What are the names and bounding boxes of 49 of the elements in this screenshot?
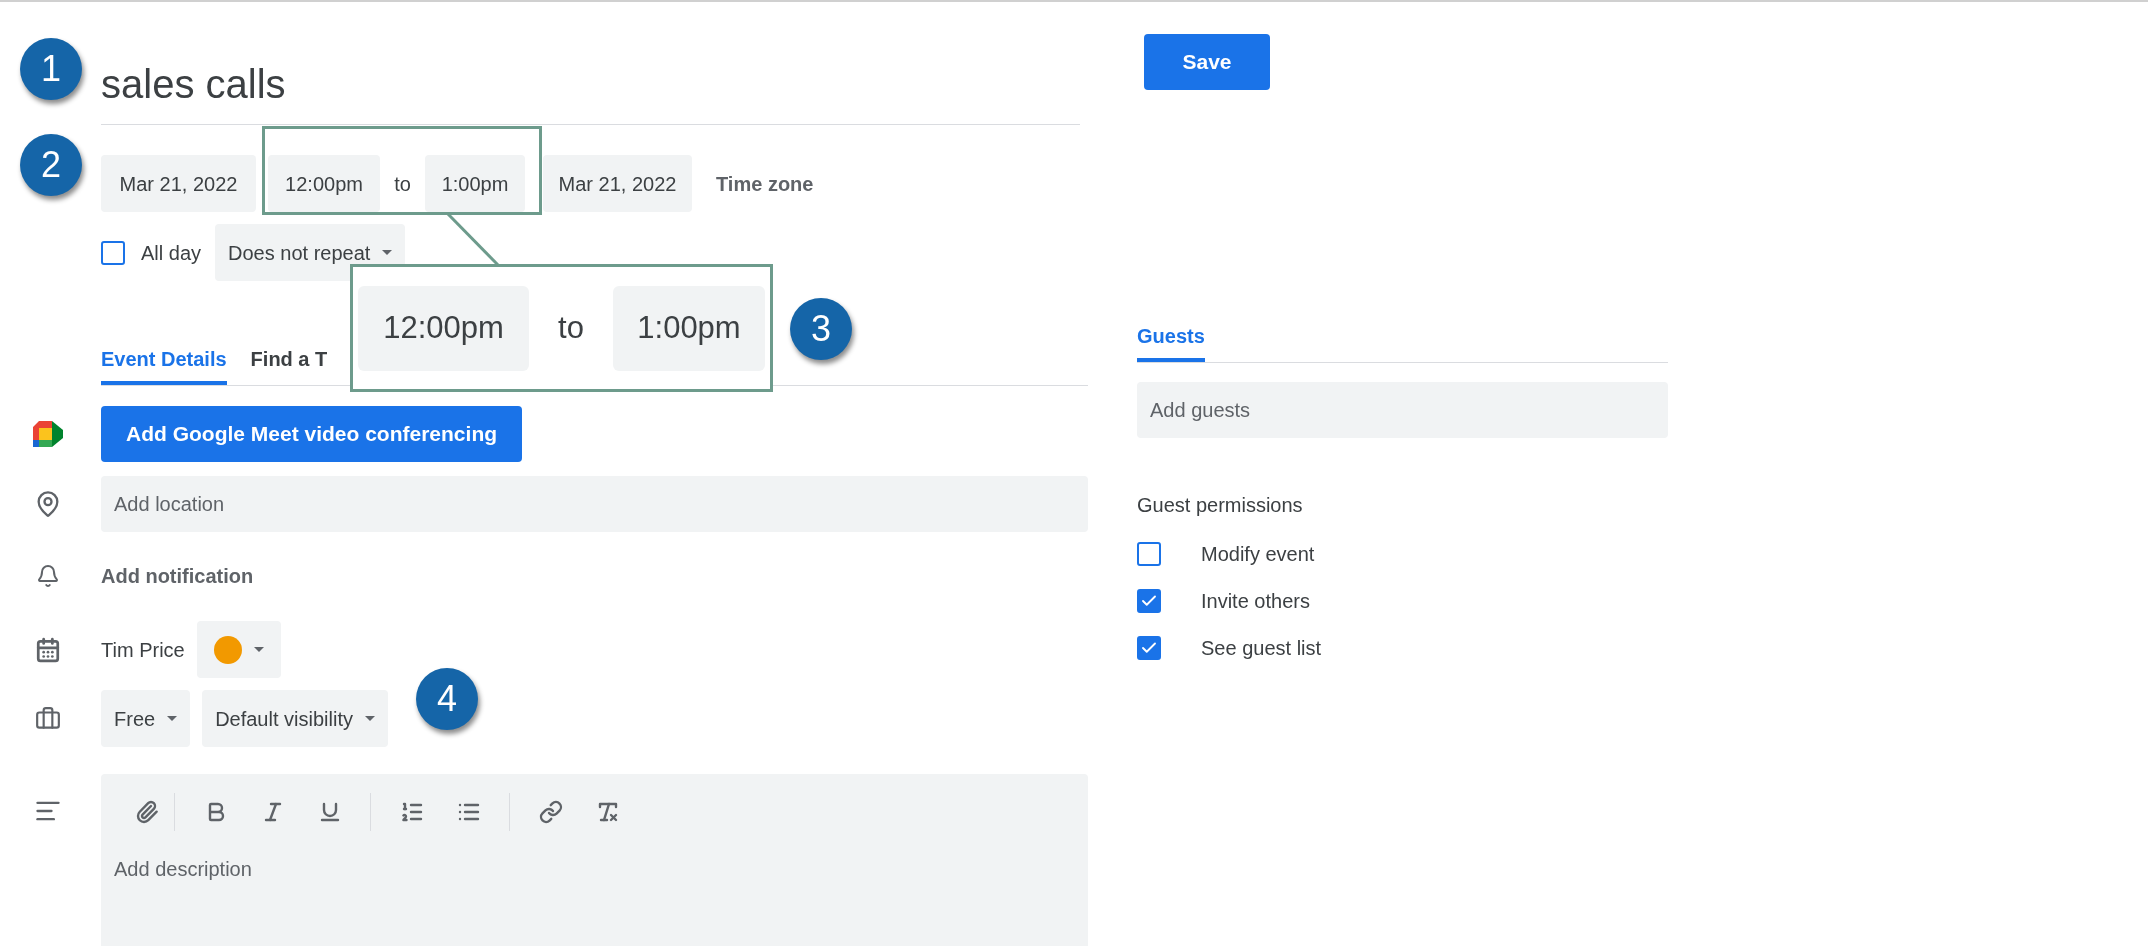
time-zone-button[interactable]: Time zone	[704, 155, 826, 212]
color-dropdown[interactable]	[196, 621, 281, 678]
caret-icon	[364, 716, 375, 721]
event-title[interactable]: sales calls	[101, 54, 286, 114]
checkbox[interactable]	[1137, 635, 1161, 660]
description-placeholder: Add description	[114, 857, 253, 882]
step-number-badge: 1	[20, 38, 82, 100]
end-date-field[interactable]: Mar 21, 2022	[543, 155, 692, 212]
checkbox[interactable]	[1137, 588, 1161, 613]
description-editor[interactable]: Add description	[101, 774, 1088, 946]
google-meet-button[interactable]: Add Google Meet video conferencing	[101, 406, 523, 462]
checkbox[interactable]	[101, 240, 125, 265]
tab[interactable]: Find a T	[250, 337, 328, 385]
link-icon[interactable]	[538, 800, 563, 824]
video-camera-icon	[32, 421, 63, 447]
add-guests-field[interactable]: Add guests	[1137, 382, 1668, 438]
caret-icon	[253, 647, 264, 652]
step-number-badge: 3	[790, 298, 852, 360]
callout-separator: to	[558, 308, 584, 347]
guest-permissions-heading: Guest permissions	[1137, 493, 1304, 518]
callout-end-time: 1:00pm	[613, 285, 765, 371]
permission-label: Invite others	[1201, 588, 1310, 614]
end-time-field[interactable]: 1:00pm	[425, 155, 525, 212]
caret-icon	[382, 250, 393, 255]
add-notification-button[interactable]: Add notification	[101, 552, 254, 600]
location-field[interactable]: Add location	[101, 476, 1088, 532]
calendar-name: Tim Price	[101, 637, 185, 663]
checkbox[interactable]	[1137, 541, 1161, 566]
briefcase-icon	[34, 705, 61, 732]
caret-icon	[167, 716, 178, 721]
availability-dropdown[interactable]: Free	[101, 690, 191, 747]
callout-start-time: 12:00pm	[358, 285, 529, 371]
numbered-list-icon[interactable]	[399, 800, 424, 824]
bell-icon	[35, 564, 60, 588]
calendar-icon	[34, 636, 61, 663]
tab[interactable]: Guests	[1137, 314, 1205, 362]
start-time-field[interactable]: 12:00pm	[268, 155, 380, 212]
separator-text: to	[394, 171, 411, 197]
all-day-label: All day	[141, 240, 202, 266]
save-button[interactable]: Save	[1144, 34, 1270, 90]
visibility-dropdown[interactable]: Default visibility	[202, 690, 388, 747]
tab[interactable]: Event Details	[101, 337, 227, 385]
paperclip-icon[interactable]	[135, 800, 159, 824]
step-number-badge: 2	[20, 134, 82, 196]
repeat-dropdown[interactable]: Does not repeat	[215, 224, 406, 281]
permission-label: See guest list	[1201, 635, 1322, 661]
step-number-badge: 4	[416, 668, 478, 730]
start-date-field[interactable]: Mar 21, 2022	[101, 155, 256, 212]
permission-label: Modify event	[1201, 541, 1315, 567]
